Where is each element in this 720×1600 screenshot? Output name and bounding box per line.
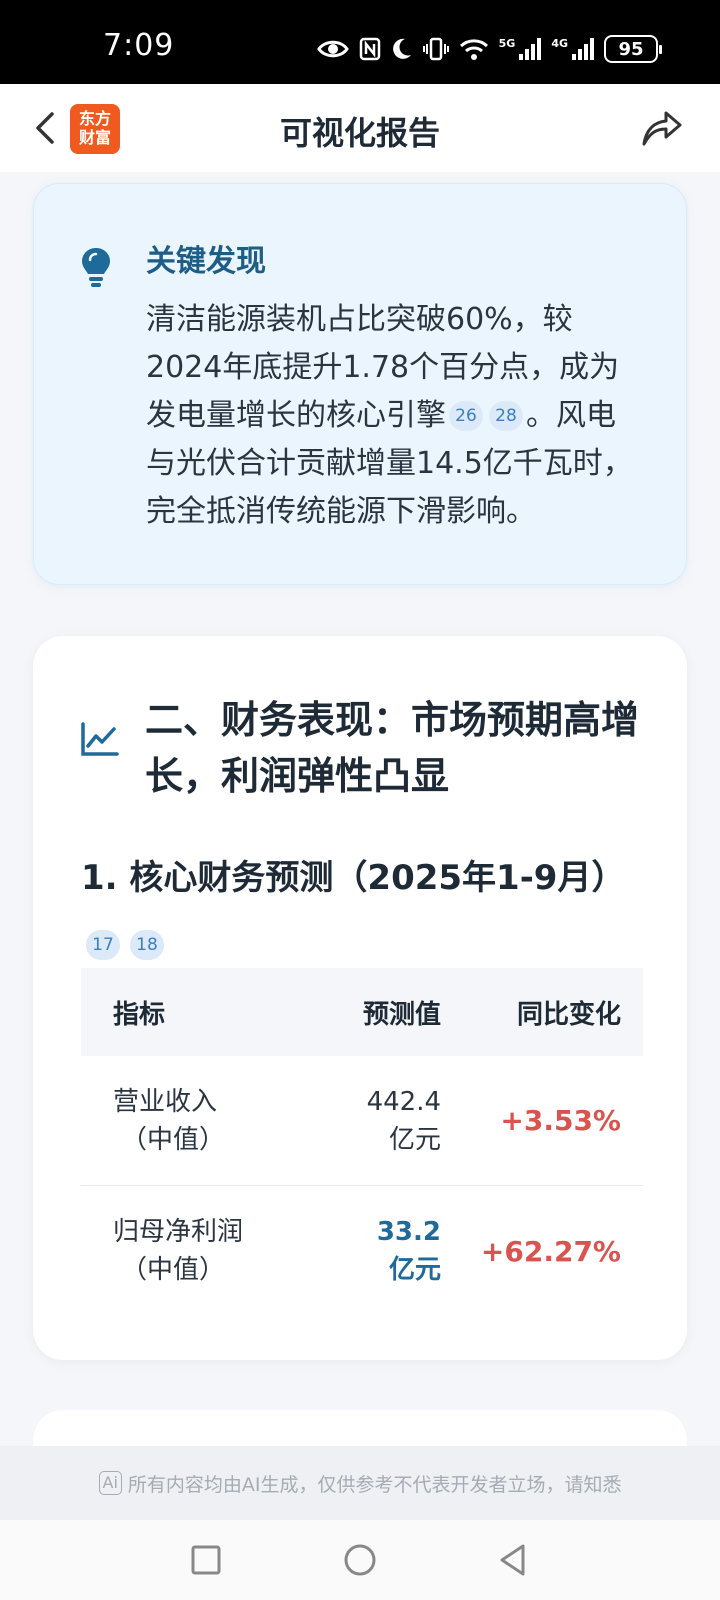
key-finding-title: 关键发现 <box>146 244 266 279</box>
lightbulb-icon <box>82 248 110 287</box>
metric-cell: 归母净利润 （中值） <box>81 1213 271 1289</box>
header-yoy-change: 同比变化 <box>516 999 621 1030</box>
key-finding-text: 清洁能源装机占比突破60%，较2024年底提升1.78个百分点，成为发电量增长的… <box>146 296 636 536</box>
table-row: 归母净利润 （中值） 33.2亿元 +62.27% <box>81 1186 643 1316</box>
status-time: 7:09 <box>103 28 175 63</box>
citation-badge[interactable]: 28 <box>489 401 523 431</box>
ai-badge-icon: Ai <box>98 1471 122 1495</box>
status-bar: 7:09 5G 4G 95 <box>0 0 720 84</box>
subsection-title: 1. 核心财务预测（2025年1-9月） <box>81 858 626 898</box>
value-cell: 442.4亿元 <box>366 1086 441 1155</box>
forecast-table: 指标 预测值 同比变化 营业收入 （中值） 442.4亿元 +3.53% 归母净… <box>81 968 643 1316</box>
vibrate-icon <box>422 37 449 61</box>
disclaimer-text: 所有内容均由AI生成，仅供参考不代表开发者立场，请知悉 <box>127 1473 622 1496</box>
ai-disclaimer: Ai 所有内容均由AI生成，仅供参考不代表开发者立场，请知悉 <box>0 1446 720 1520</box>
back-nav-icon[interactable] <box>494 1540 534 1580</box>
battery-indicator: 95 <box>604 35 662 63</box>
trend-chart-icon <box>81 722 119 756</box>
metric-qualifier: （中值） <box>121 1124 226 1155</box>
system-nav-bar <box>0 1520 720 1600</box>
metric-name: 归母净利润 <box>113 1217 244 1247</box>
moon-icon <box>392 38 411 59</box>
finance-section-card: 二、财务表现：市场预期高增长，利润弹性凸显 1. 核心财务预测（2025年1-9… <box>33 636 687 1360</box>
change-cell: +3.53% <box>500 1104 621 1137</box>
page-title: 可视化报告 <box>279 114 440 152</box>
share-icon[interactable] <box>640 106 684 150</box>
signal-bars-2-icon <box>572 38 594 60</box>
citation-badge[interactable]: 17 <box>86 930 120 960</box>
citation-badge[interactable]: 26 <box>449 401 483 431</box>
signal-4g-label: 4G <box>551 36 568 50</box>
value-cell: 33.2亿元 <box>376 1217 441 1285</box>
change-cell: +62.27% <box>480 1234 621 1268</box>
metric-qualifier: （中值） <box>121 1255 226 1285</box>
metric-cell: 营业收入 （中值） <box>81 1083 271 1159</box>
status-icons: 5G 4G 95 <box>316 32 662 66</box>
metric-name: 营业收入 <box>113 1086 218 1117</box>
signal-bars-1-icon <box>519 38 542 60</box>
citation-row: 17 18 <box>83 930 167 960</box>
citation-badge[interactable]: 18 <box>130 930 164 960</box>
nfc-icon <box>359 37 380 61</box>
section-title: 二、财务表现：市场预期高增长，利润弹性凸显 <box>145 698 640 798</box>
signal-5g-label: 5G <box>498 36 516 50</box>
table-header: 指标 预测值 同比变化 <box>81 968 643 1056</box>
header-forecast: 预测值 <box>362 999 441 1030</box>
app-header: 东方 财富 可视化报告 <box>0 84 720 172</box>
wifi-icon <box>459 39 488 60</box>
recent-apps-icon[interactable] <box>186 1540 226 1580</box>
eye-icon <box>316 40 349 58</box>
header-metric: 指标 <box>113 999 166 1030</box>
home-icon[interactable] <box>340 1540 380 1580</box>
key-finding-card: 关键发现 清洁能源装机占比突破60%，较2024年底提升1.78个百分点，成为发… <box>33 183 687 585</box>
table-row: 营业收入 （中值） 442.4亿元 +3.53% <box>81 1056 643 1186</box>
